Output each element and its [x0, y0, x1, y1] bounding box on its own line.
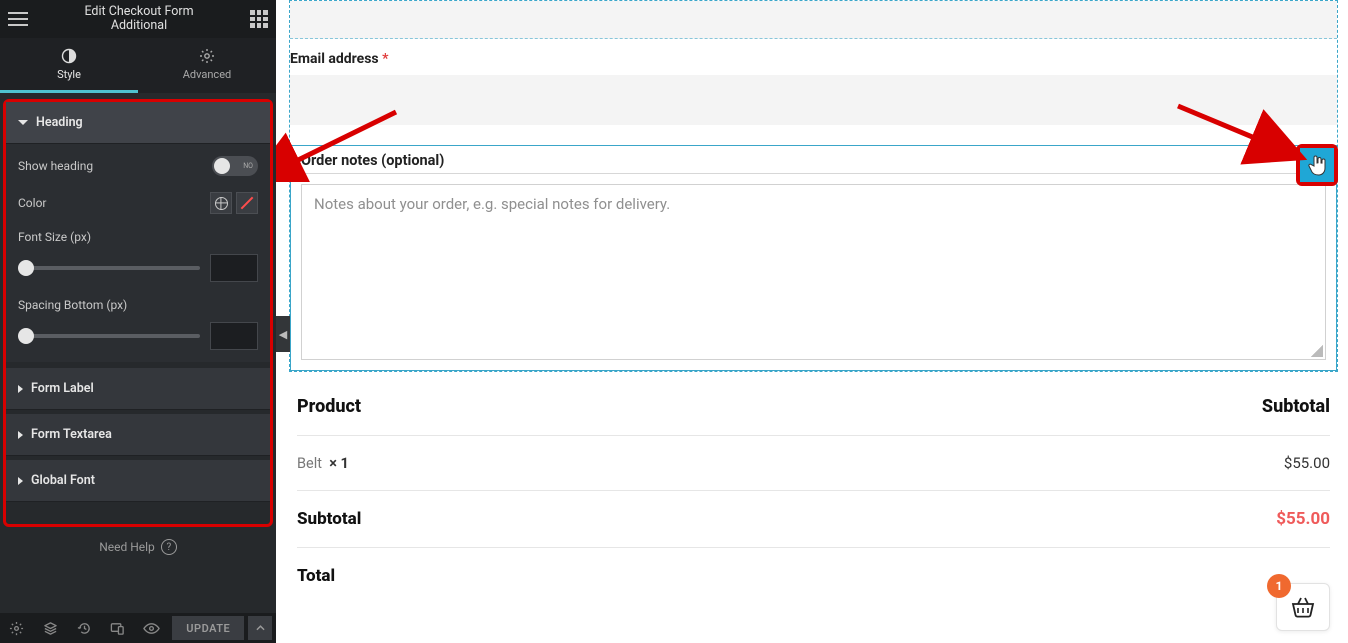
review-subtotal-row: Subtotal $55.00: [297, 491, 1330, 548]
section-form-textarea-title: Form Textarea: [31, 427, 112, 442]
section-heading-body: Show heading NO Color Font Size (px): [6, 144, 270, 362]
editor-sidebar: Edit Checkout Form Additional Style Adva…: [0, 0, 276, 643]
section-form-textarea[interactable]: Form Textarea: [6, 414, 270, 456]
caret-up-icon: [256, 625, 265, 631]
tab-style-label: Style: [57, 68, 81, 81]
sidebar-title: Edit Checkout Form Additional: [28, 5, 250, 34]
preview-icon[interactable]: [135, 613, 169, 643]
order-notes-widget[interactable]: Order notes (optional) Notes about your …: [290, 145, 1337, 371]
review-item-left: Belt × 1: [297, 455, 349, 472]
spacing-bottom-slider-row: [18, 322, 258, 350]
show-heading-label: Show heading: [18, 159, 93, 173]
preview-canvas: Email address * Order notes (optional) N…: [289, 0, 1338, 643]
total-label: Total: [297, 566, 335, 586]
highlighted-panel: Heading Show heading NO Color Font Size …: [3, 99, 273, 527]
toggle-state: NO: [243, 162, 253, 170]
need-help-label: Need Help: [99, 540, 155, 554]
section-heading-label: Heading: [36, 115, 83, 130]
spacing-bottom-label: Spacing Bottom (px): [18, 298, 258, 312]
product-header: Product: [297, 396, 361, 417]
order-notes-heading: Order notes (optional): [291, 146, 1336, 174]
email-label: Email address: [290, 51, 379, 67]
order-notes-textarea[interactable]: Notes about your order, e.g. special not…: [301, 184, 1326, 360]
hand-cursor-icon: [1307, 153, 1327, 177]
settings-icon[interactable]: [0, 613, 34, 643]
help-icon: ?: [161, 539, 177, 555]
order-review: Product Subtotal Belt × 1 $55.00 Subtota…: [289, 378, 1338, 604]
section-global-font-title: Global Font: [31, 473, 95, 488]
cart-count-badge: 1: [1267, 574, 1291, 598]
responsive-icon[interactable]: [101, 613, 135, 643]
tab-advanced[interactable]: Advanced: [138, 38, 276, 93]
subtotal-label: Subtotal: [297, 509, 361, 529]
navigator-icon[interactable]: [34, 613, 68, 643]
show-heading-toggle[interactable]: NO: [212, 156, 258, 176]
section-form-label[interactable]: Form Label: [6, 368, 270, 410]
row-font-size: Font Size (px): [18, 230, 258, 282]
spacing-bottom-slider[interactable]: [18, 334, 200, 338]
sidebar-title-line1: Edit Checkout Form: [28, 5, 250, 19]
font-size-slider[interactable]: [18, 266, 200, 270]
cart-floating-button[interactable]: 1: [1276, 583, 1330, 631]
row-show-heading: Show heading NO: [18, 156, 258, 176]
sidebar-header: Edit Checkout Form Additional: [0, 0, 276, 38]
contrast-icon: [61, 48, 77, 64]
tab-advanced-label: Advanced: [183, 68, 231, 81]
caret-right-icon: [18, 477, 23, 485]
phone-input[interactable]: [290, 1, 1337, 39]
tab-style[interactable]: Style: [0, 38, 138, 93]
section-heading[interactable]: Heading: [6, 102, 270, 144]
section-global-font[interactable]: Global Font: [6, 460, 270, 502]
sidebar-title-line2: Additional: [28, 19, 250, 33]
hamburger-icon[interactable]: [8, 12, 28, 26]
caret-right-icon: [18, 385, 23, 393]
review-item-row: Belt × 1 $55.00: [297, 436, 1330, 491]
sidebar-tabs: Style Advanced: [0, 38, 276, 93]
email-label-row: Email address *: [290, 39, 1337, 75]
spacing-bottom-value-input[interactable]: [210, 322, 258, 350]
caret-right-icon: [18, 431, 23, 439]
no-color-button[interactable]: [236, 192, 258, 214]
review-total-row: Total: [297, 548, 1330, 604]
globe-icon: [215, 197, 228, 210]
font-size-label: Font Size (px): [18, 230, 258, 244]
item-price: $55.00: [1284, 454, 1330, 472]
required-mark: *: [382, 51, 388, 67]
email-input[interactable]: [290, 75, 1337, 125]
collapse-sidebar-handle[interactable]: ◀: [276, 316, 290, 352]
gear-icon: [199, 48, 215, 64]
widget-edit-handle[interactable]: [1296, 144, 1338, 186]
update-button[interactable]: UPDATE: [172, 616, 244, 640]
item-name: Belt: [297, 455, 322, 472]
sidebar-footer: UPDATE: [0, 613, 276, 643]
toggle-knob: [214, 158, 230, 174]
review-header-row: Product Subtotal: [297, 378, 1330, 436]
caret-down-icon: [18, 120, 28, 125]
checkout-form-section: Email address * Order notes (optional) N…: [289, 0, 1338, 372]
slider-thumb[interactable]: [18, 260, 34, 276]
history-icon[interactable]: [67, 613, 101, 643]
resize-handle-icon[interactable]: [1311, 345, 1323, 357]
row-spacing-bottom: Spacing Bottom (px): [18, 298, 258, 350]
font-size-slider-row: [18, 254, 258, 282]
basket-icon: [1290, 596, 1316, 618]
item-qty: × 1: [329, 455, 349, 472]
color-label: Color: [18, 196, 46, 210]
font-size-value-input[interactable]: [210, 254, 258, 282]
section-form-label-title: Form Label: [31, 381, 94, 396]
slider-thumb[interactable]: [18, 328, 34, 344]
row-color: Color: [18, 192, 258, 214]
subtotal-header: Subtotal: [1262, 396, 1330, 417]
apps-grid-icon[interactable]: [250, 10, 268, 28]
global-color-button[interactable]: [210, 192, 232, 214]
update-options-button[interactable]: [248, 616, 272, 640]
need-help-link[interactable]: Need Help ?: [0, 527, 276, 567]
subtotal-value: $55.00: [1276, 509, 1330, 529]
color-controls: [210, 192, 258, 214]
order-notes-placeholder: Notes about your order, e.g. special not…: [314, 195, 670, 213]
